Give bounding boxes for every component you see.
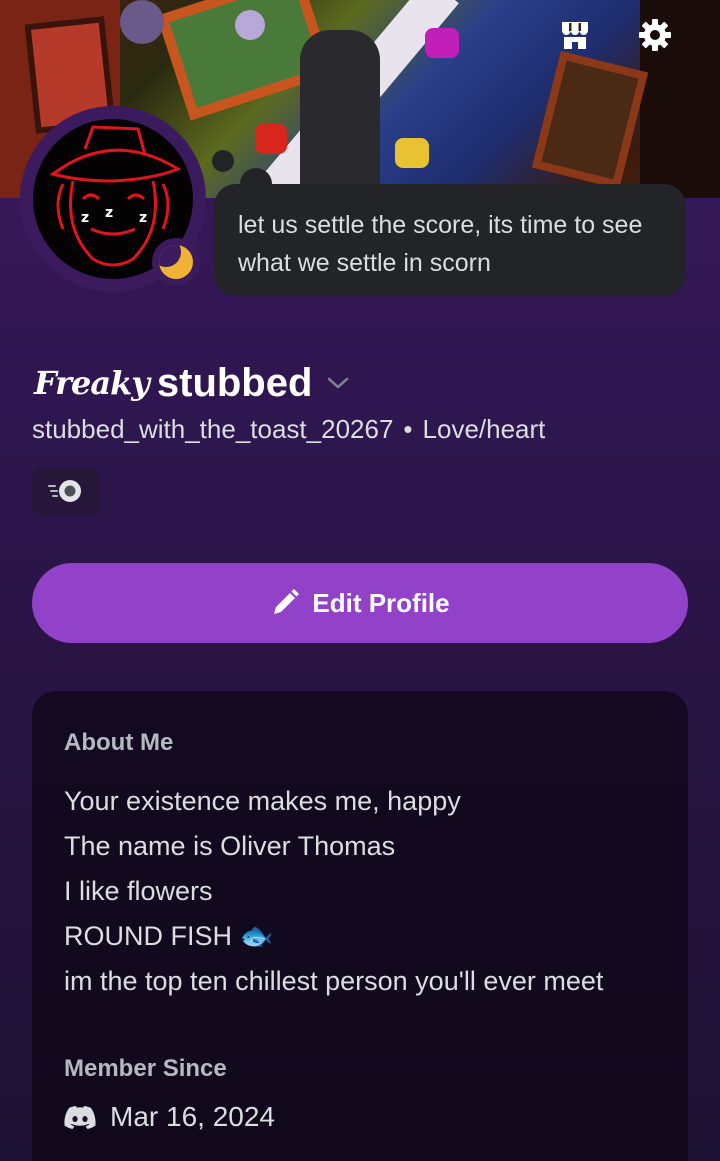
separator: •	[403, 414, 413, 444]
banner-art	[425, 28, 459, 58]
gear-icon[interactable]	[634, 14, 676, 56]
about-line: I like flowers	[64, 876, 213, 906]
about-me-text: Your existence makes me, happy The name …	[64, 779, 603, 1004]
about-line: Your existence makes me, happy	[64, 786, 461, 816]
about-me-heading: About Me	[64, 729, 174, 756]
banner-art	[300, 30, 380, 198]
banner-art	[395, 138, 429, 168]
svg-text:z: z	[81, 210, 89, 226]
chevron-down-icon[interactable]	[326, 375, 350, 395]
name-row[interactable]: Freaky stubbed	[34, 356, 350, 410]
banner-art	[531, 50, 649, 190]
about-line: im the top ten chillest person you'll ev…	[64, 966, 604, 996]
bubble-tail	[212, 150, 234, 172]
guild-tag[interactable]: Freaky	[34, 364, 150, 402]
pencil-icon	[274, 589, 300, 614]
status-indicator	[152, 238, 200, 286]
member-since-heading: Member Since	[64, 1055, 227, 1082]
discord-logo-icon	[64, 1106, 96, 1129]
member-since-date: Mar 16, 2024	[110, 1101, 275, 1132]
shop-icon[interactable]	[554, 14, 596, 56]
about-line: ROUND FISH 🐟	[64, 921, 274, 951]
pronouns: Love/heart	[422, 414, 546, 444]
svg-text:z: z	[139, 210, 147, 226]
about-line: The name is Oliver Thomas	[64, 831, 396, 861]
username-row: stubbed_with_the_toast_20267 • Love/heart	[32, 414, 545, 445]
display-name: stubbed	[156, 360, 313, 405]
nitro-badge-icon[interactable]	[32, 467, 100, 515]
profile-info-card: About Me Your existence makes me, happy …	[32, 691, 688, 1161]
edit-profile-label: Edit Profile	[312, 587, 450, 618]
custom-status-bubble[interactable]: let us settle the score, its time to see…	[214, 184, 686, 296]
banner-art	[120, 0, 164, 44]
idle-moon-icon	[159, 245, 193, 279]
edit-profile-button[interactable]: Edit Profile	[32, 563, 688, 643]
banner-art	[235, 10, 265, 40]
svg-text:z: z	[105, 205, 113, 221]
member-since-row: Mar 16, 2024	[64, 1101, 275, 1133]
username: stubbed_with_the_toast_20267	[32, 414, 394, 444]
banner-art	[255, 124, 287, 154]
